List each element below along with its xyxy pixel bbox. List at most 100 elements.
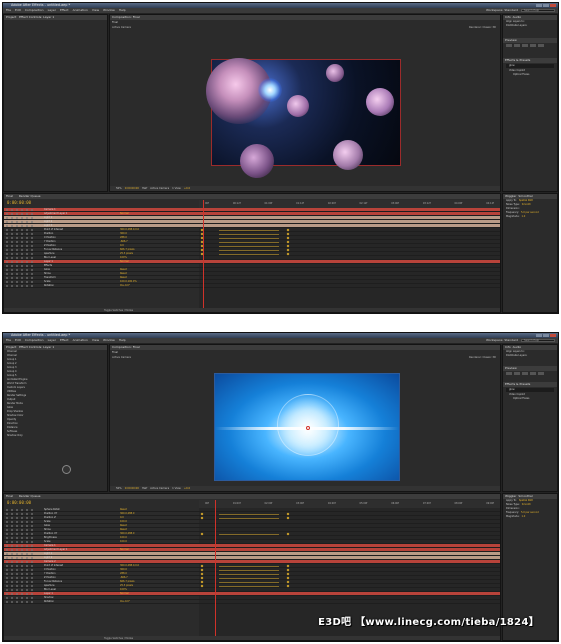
minimize-button[interactable] bbox=[536, 334, 542, 337]
layer-switches[interactable] bbox=[6, 557, 36, 559]
keyframe-icon[interactable] bbox=[286, 228, 290, 232]
track-area[interactable] bbox=[199, 208, 500, 308]
search-help-input[interactable]: Search Help bbox=[521, 339, 555, 342]
menu-file[interactable]: File bbox=[6, 8, 11, 13]
first-frame-button[interactable] bbox=[506, 44, 512, 47]
layer-switches[interactable] bbox=[6, 269, 36, 271]
tab-effect-controls[interactable]: Effect Controls: Layer 1 bbox=[19, 15, 54, 19]
composition-frame[interactable] bbox=[214, 373, 400, 481]
zoom-dropdown[interactable]: 50% bbox=[116, 186, 122, 191]
wiggler-field-value[interactable]: 5.0 per second bbox=[521, 511, 539, 514]
tab-effect-controls[interactable]: Effect Controls: Layer 1 bbox=[19, 345, 54, 349]
keyframe-icon[interactable] bbox=[286, 240, 290, 244]
keyframe-icon[interactable] bbox=[200, 564, 204, 568]
menu-edit[interactable]: Edit bbox=[15, 338, 21, 343]
keyframe-icon[interactable] bbox=[200, 584, 204, 588]
layer-value[interactable]: 0x+0.0° bbox=[120, 600, 130, 604]
tab-wiggler[interactable]: Wiggler bbox=[505, 494, 516, 498]
viewer-comp-name[interactable]: Final bbox=[112, 21, 118, 24]
layer-switches[interactable] bbox=[6, 261, 36, 263]
timeline-timecode[interactable]: 0:00:00:00 bbox=[7, 500, 31, 505]
layer-switches[interactable] bbox=[6, 273, 36, 275]
menu-effect[interactable]: Effect bbox=[60, 338, 69, 343]
wiggler-field-value[interactable]: Smooth bbox=[522, 503, 531, 506]
minimize-button[interactable] bbox=[536, 4, 542, 7]
first-frame-button[interactable] bbox=[506, 372, 512, 375]
menu-file[interactable]: File bbox=[6, 338, 11, 343]
viewer-timecode[interactable]: 0:00:00:00 bbox=[125, 186, 139, 191]
tab-smoother[interactable]: Smoother bbox=[518, 194, 533, 198]
keyframe-icon[interactable] bbox=[286, 532, 290, 536]
menu-composition[interactable]: Composition bbox=[25, 8, 44, 13]
wiggler-field-value[interactable]: 5.0 per second bbox=[521, 211, 539, 214]
tab-project[interactable]: Project bbox=[6, 15, 16, 19]
toggle-switches-modes[interactable]: Toggle Switches / Modes bbox=[4, 637, 133, 640]
keyframe-icon[interactable] bbox=[200, 532, 204, 536]
views-dropdown[interactable]: 1 View bbox=[172, 486, 181, 491]
menu-help[interactable]: Help bbox=[119, 338, 126, 343]
viewer-tab[interactable]: Composition: Final bbox=[110, 15, 500, 20]
keyframe-icon[interactable] bbox=[286, 512, 290, 516]
layer-switches[interactable] bbox=[6, 229, 36, 231]
resolution-dropdown[interactable]: Half bbox=[142, 186, 147, 191]
layer-switches[interactable] bbox=[6, 225, 36, 227]
tab-render-queue[interactable]: Render Queue bbox=[19, 194, 41, 199]
tab-smoother[interactable]: Smoother bbox=[518, 494, 533, 498]
playhead[interactable] bbox=[215, 500, 216, 636]
menu-animation[interactable]: Animation bbox=[73, 8, 88, 13]
layer-switches[interactable] bbox=[6, 241, 36, 243]
menu-composition[interactable]: Composition bbox=[25, 338, 44, 343]
effects-item[interactable]: Optical Flares bbox=[503, 397, 557, 401]
tab-info[interactable]: Info bbox=[505, 15, 511, 19]
tab-info[interactable]: Info bbox=[505, 345, 511, 349]
close-button[interactable] bbox=[550, 4, 556, 7]
layer-switches[interactable] bbox=[6, 573, 36, 575]
layer-switches[interactable] bbox=[6, 221, 36, 223]
effect-property[interactable]: Shadow Only bbox=[4, 434, 107, 438]
playhead[interactable] bbox=[203, 200, 204, 308]
layer-row[interactable]: Rotation 0x+0.0° bbox=[4, 284, 199, 288]
keyframe-icon[interactable] bbox=[200, 580, 204, 584]
wiggler-field[interactable]: Magnitude: 1.0 bbox=[503, 515, 557, 519]
tab-render-queue[interactable]: Render Queue bbox=[19, 494, 41, 499]
layer-track[interactable] bbox=[199, 600, 500, 604]
keyframe-icon[interactable] bbox=[286, 252, 290, 256]
last-frame-button[interactable] bbox=[538, 44, 544, 47]
views-dropdown[interactable]: 1 View bbox=[172, 186, 181, 191]
layer-switches[interactable] bbox=[6, 549, 36, 551]
prev-frame-button[interactable] bbox=[514, 44, 520, 47]
layer-switches[interactable] bbox=[6, 541, 36, 543]
viewer-timecode[interactable]: 0:00:00:00 bbox=[125, 486, 139, 491]
tab-project[interactable]: Project bbox=[6, 345, 16, 349]
layer-switches[interactable] bbox=[6, 525, 36, 527]
menu-window[interactable]: Window bbox=[103, 8, 115, 13]
layer-switches[interactable] bbox=[6, 509, 36, 511]
exposure-value[interactable]: +0.0 bbox=[184, 486, 190, 491]
keyframe-icon[interactable] bbox=[286, 564, 290, 568]
workspace-label[interactable]: Workspace: Standard bbox=[486, 8, 518, 13]
layer-switches[interactable] bbox=[6, 281, 36, 283]
tab-wiggler[interactable]: Wiggler bbox=[505, 194, 516, 198]
keyframe-icon[interactable] bbox=[286, 580, 290, 584]
layer-switches[interactable] bbox=[6, 589, 36, 591]
layer-switches[interactable] bbox=[6, 253, 36, 255]
keyframe-icon[interactable] bbox=[286, 568, 290, 572]
next-frame-button[interactable] bbox=[530, 372, 536, 375]
layer-switches[interactable] bbox=[6, 277, 36, 279]
layer-switches[interactable] bbox=[6, 561, 36, 563]
layer-value[interactable]: 0x+0.0° bbox=[120, 284, 130, 288]
layer-switches[interactable] bbox=[6, 237, 36, 239]
wiggler-field-value[interactable]: Spatial Path bbox=[519, 499, 533, 502]
time-ruler[interactable]: 00f 00:12f 01:00f 01:12f 02:00f 02:12f 0… bbox=[199, 200, 500, 208]
menu-view[interactable]: View bbox=[92, 8, 99, 13]
next-frame-button[interactable] bbox=[530, 44, 536, 47]
layer-switches[interactable] bbox=[6, 537, 36, 539]
menu-animation[interactable]: Animation bbox=[73, 338, 88, 343]
layer-switches[interactable] bbox=[6, 565, 36, 567]
layer-switches[interactable] bbox=[6, 577, 36, 579]
layer-switches[interactable] bbox=[6, 233, 36, 235]
maximize-button[interactable] bbox=[543, 4, 549, 7]
menu-layer[interactable]: Layer bbox=[48, 338, 56, 343]
layer-switches[interactable] bbox=[6, 585, 36, 587]
play-button[interactable] bbox=[522, 372, 528, 375]
